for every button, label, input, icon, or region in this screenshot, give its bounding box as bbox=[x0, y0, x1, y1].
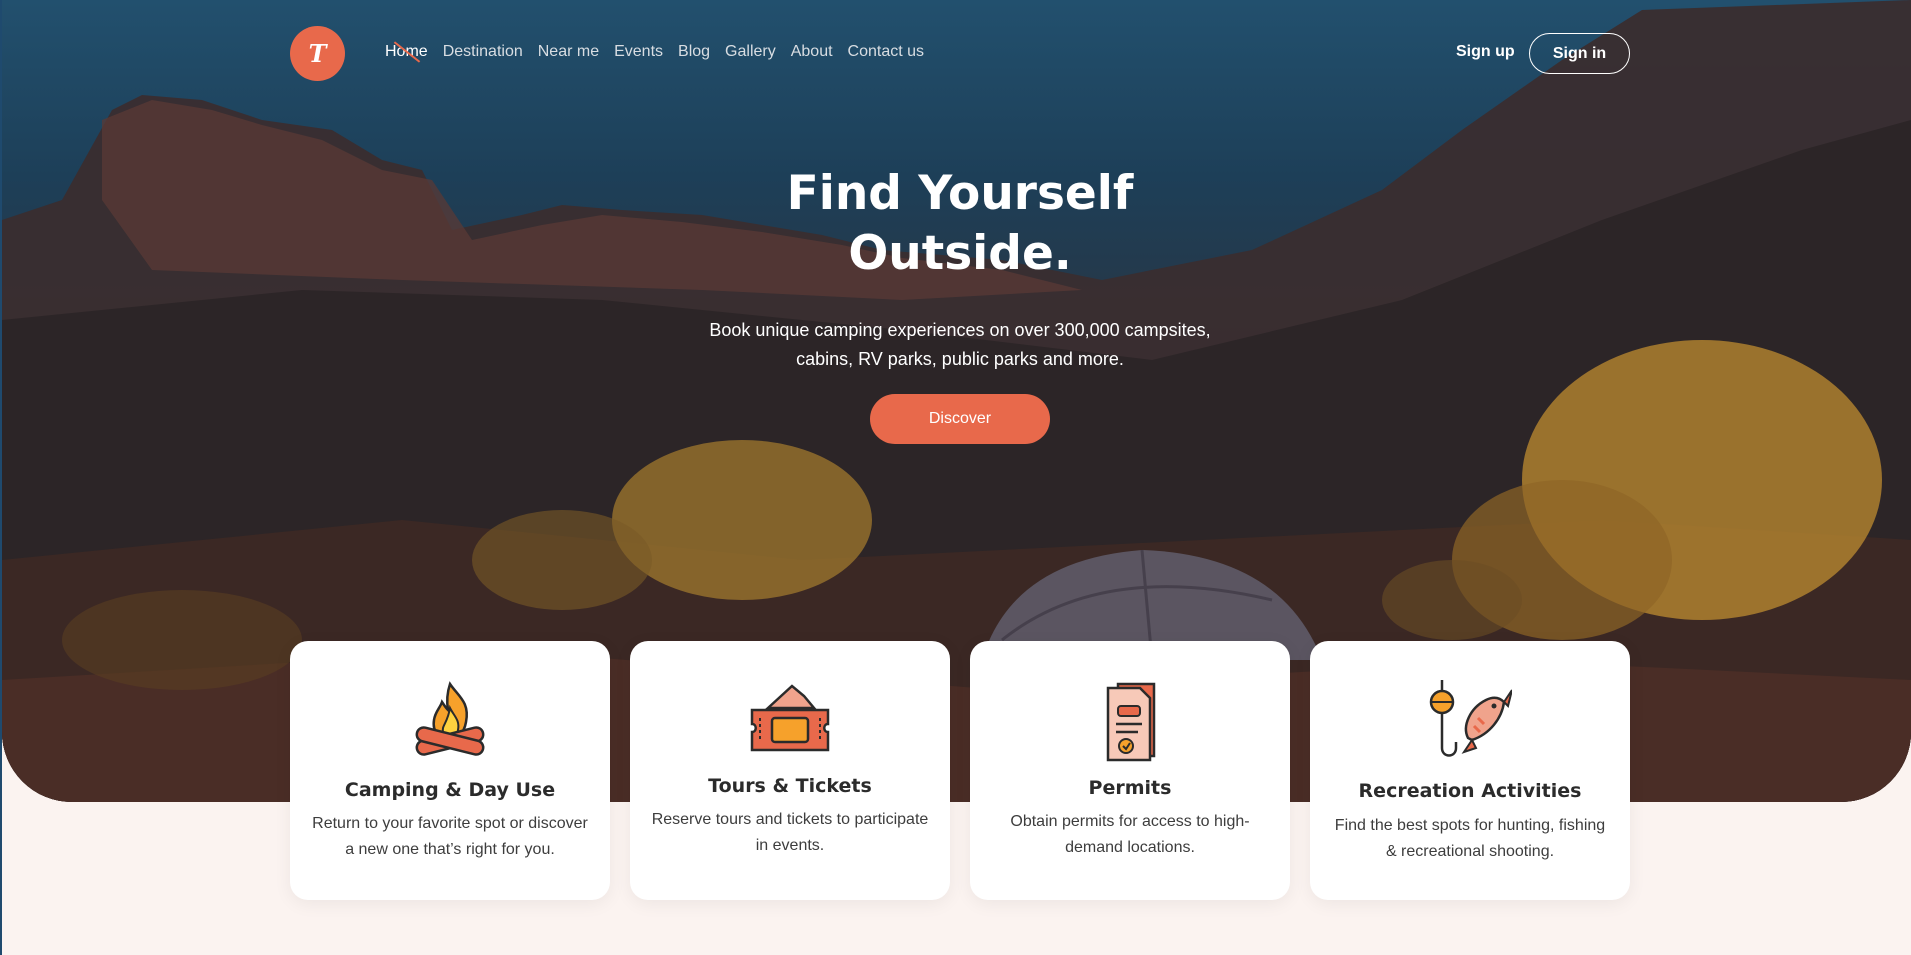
hero-subtitle: Book unique camping experiences on over … bbox=[680, 316, 1240, 374]
card-permits[interactable]: Permits Obtain permits for access to hig… bbox=[970, 641, 1290, 900]
nav-item-near-me[interactable]: Near me bbox=[538, 43, 599, 61]
card-description: Find the best spots for hunting, fishing… bbox=[1330, 813, 1610, 865]
card-description: Return to your favorite spot or discover… bbox=[310, 811, 590, 863]
card-title: Permits bbox=[1088, 777, 1172, 799]
card-desc-line2: a new one that’s right for you. bbox=[345, 841, 555, 858]
card-title: Recreation Activities bbox=[1358, 780, 1582, 802]
logo-letter: T bbox=[308, 39, 327, 68]
permit-document-icon bbox=[1106, 682, 1156, 762]
card-desc-line2: & recreational shooting. bbox=[1385, 843, 1555, 860]
sign-in-button[interactable]: Sign in bbox=[1529, 33, 1630, 74]
card-desc-line1: Reserve tours and tickets to participate bbox=[651, 811, 929, 828]
card-recreation-activities[interactable]: Recreation Activities Find the best spot… bbox=[1310, 641, 1630, 900]
logo[interactable]: T bbox=[290, 26, 345, 81]
campfire-icon bbox=[415, 681, 485, 756]
hero-headline-line1: Find Yourself bbox=[786, 166, 1134, 221]
nav-item-blog[interactable]: Blog bbox=[678, 43, 710, 61]
card-desc-line2: in events. bbox=[755, 837, 825, 854]
card-desc-line1: Obtain permits for access to high- bbox=[1010, 813, 1250, 830]
nav-item-events[interactable]: Events bbox=[614, 43, 663, 61]
hero-subtitle-line2: cabins, RV parks, public parks and more. bbox=[796, 349, 1124, 369]
card-tours-tickets[interactable]: Tours & Tickets Reserve tours and ticket… bbox=[630, 641, 950, 900]
card-desc-line1: Return to your favorite spot or discover bbox=[312, 815, 588, 832]
card-description: Obtain permits for access to high- deman… bbox=[990, 809, 1270, 861]
card-desc-line2: demand locations. bbox=[1065, 839, 1195, 856]
card-title: Tours & Tickets bbox=[708, 775, 872, 797]
tickets-icon bbox=[750, 684, 830, 752]
fishing-icon bbox=[1429, 680, 1512, 757]
card-camping-day-use[interactable]: Camping & Day Use Return to your favorit… bbox=[290, 641, 610, 900]
card-desc-line1: Find the best spots for hunting, fishing bbox=[1334, 817, 1606, 834]
card-description: Reserve tours and tickets to participate… bbox=[650, 807, 930, 859]
nav-item-about[interactable]: About bbox=[791, 43, 833, 61]
nav-item-gallery[interactable]: Gallery bbox=[725, 43, 776, 61]
hero-headline: Find Yourself Outside. bbox=[655, 164, 1265, 284]
card-title: Camping & Day Use bbox=[344, 779, 556, 801]
nav-item-home[interactable]: Home bbox=[385, 43, 428, 61]
top-navigation: T Home Destination Near me Events Blog G… bbox=[290, 26, 1630, 82]
hero-subtitle-line1: Book unique camping experiences on over … bbox=[709, 320, 1211, 340]
hero-headline-line2: Outside. bbox=[848, 226, 1072, 281]
sign-up-link[interactable]: Sign up bbox=[1456, 43, 1515, 61]
nav-item-contact-us[interactable]: Contact us bbox=[848, 43, 924, 61]
discover-button[interactable]: Discover bbox=[870, 394, 1050, 444]
nav-item-destination[interactable]: Destination bbox=[443, 43, 523, 61]
nav-menu: Home Destination Near me Events Blog Gal… bbox=[385, 43, 924, 61]
